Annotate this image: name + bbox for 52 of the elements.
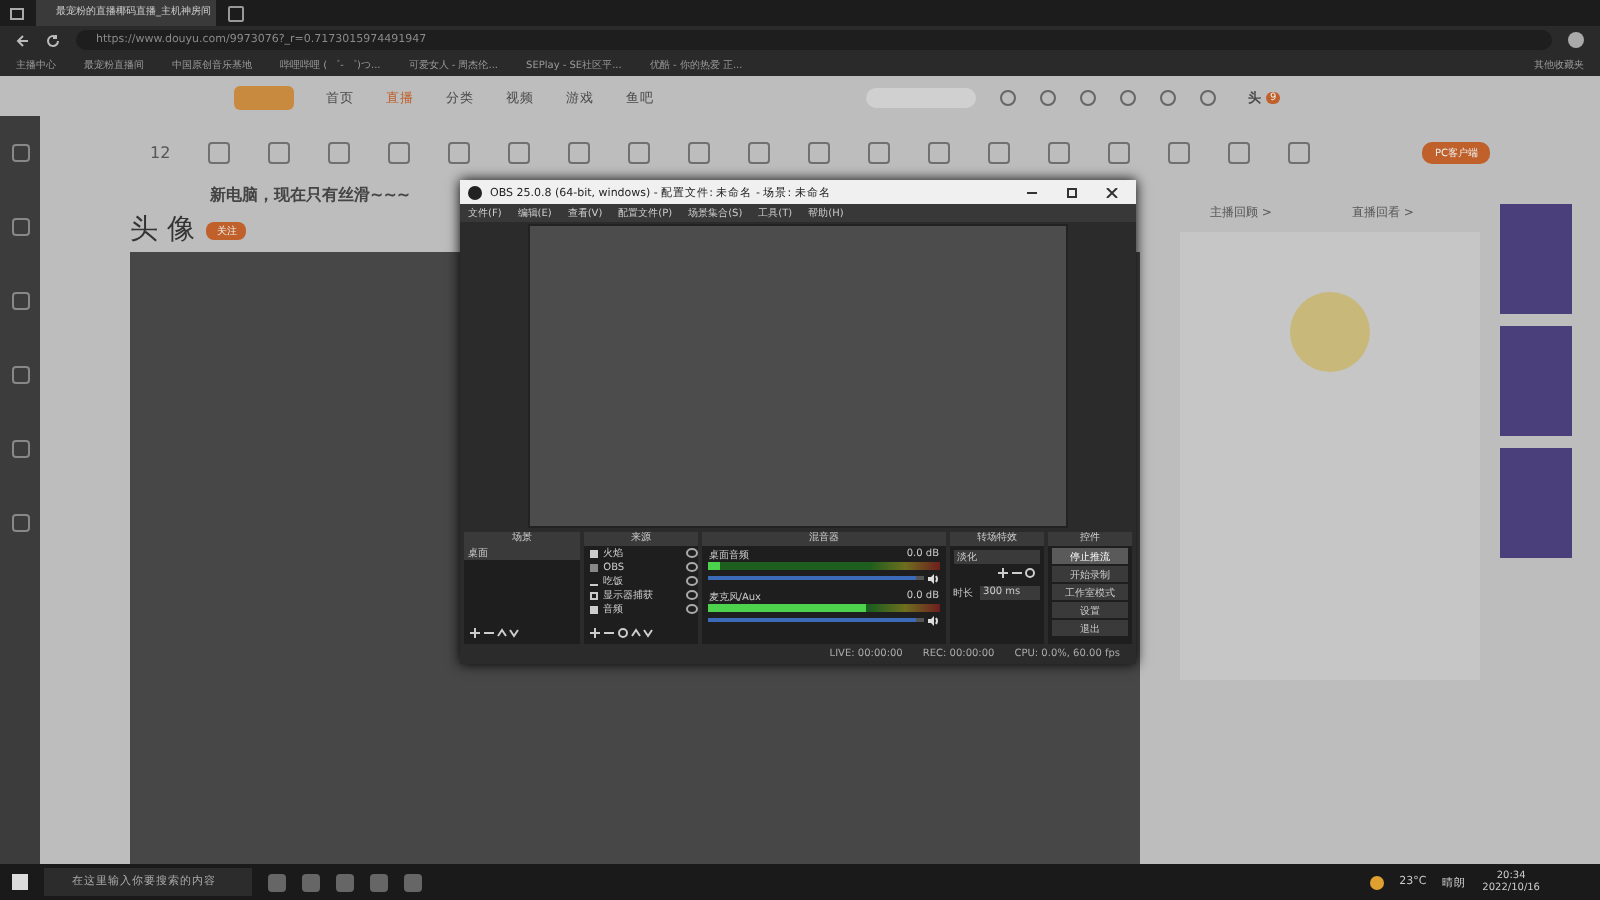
image-icon xyxy=(589,549,598,557)
toolbar-icon[interactable] xyxy=(1228,141,1251,163)
new-tab-icon[interactable] xyxy=(228,5,244,21)
window-source-icon xyxy=(589,563,598,571)
toolbar-icon[interactable] xyxy=(1108,141,1131,163)
toolbar-icon[interactable] xyxy=(508,141,531,163)
header-icon[interactable] xyxy=(1040,90,1056,106)
weather-icon xyxy=(1369,875,1384,889)
toolbar-icon[interactable] xyxy=(1048,141,1071,163)
add-remove-move-icon[interactable] xyxy=(470,628,522,638)
follow-count: 12 xyxy=(150,143,171,161)
back-icon[interactable] xyxy=(16,33,30,47)
header-icon[interactable] xyxy=(1120,90,1136,106)
sidebar-icon[interactable] xyxy=(11,440,29,458)
tab-actions-icon[interactable] xyxy=(10,7,24,19)
toolbar-icon[interactable] xyxy=(208,141,231,163)
mascot-drawing xyxy=(1290,292,1370,372)
toolbar-icon[interactable] xyxy=(328,141,351,163)
start-icon[interactable] xyxy=(12,874,28,890)
sidebar-icon[interactable] xyxy=(11,218,29,236)
header-icon[interactable] xyxy=(1080,90,1096,106)
reload-icon[interactable] xyxy=(46,33,60,47)
add-remove-gear-move-icon[interactable] xyxy=(589,628,656,638)
stream-title: 新电脑，现在只有丝滑~~~ xyxy=(208,184,411,208)
profile-avatar[interactable] xyxy=(1568,32,1584,48)
speaker-icon[interactable] xyxy=(927,573,940,583)
header-icon[interactable] xyxy=(1200,90,1216,106)
toolbar-icon[interactable] xyxy=(868,141,891,163)
add-remove-gear-icon[interactable] xyxy=(998,568,1037,578)
toolbar-icon[interactable] xyxy=(808,141,831,163)
speaker-icon[interactable] xyxy=(927,615,940,625)
toolbar-icon[interactable] xyxy=(988,141,1011,163)
header-icon[interactable] xyxy=(1000,90,1016,106)
image-icon xyxy=(589,605,598,613)
toolbar-icon[interactable] xyxy=(388,141,411,163)
header-icon[interactable] xyxy=(1160,90,1176,106)
toolbar-icon[interactable] xyxy=(748,141,771,163)
toolbar-icon[interactable] xyxy=(1288,141,1311,163)
toolbar-icon[interactable] xyxy=(448,141,471,163)
toolbar-icon[interactable] xyxy=(688,141,711,163)
sidebar-icon[interactable] xyxy=(11,144,29,162)
sidebar-icon[interactable] xyxy=(11,366,29,384)
obs-logo-icon xyxy=(468,185,482,199)
streamer-name: 头 像 xyxy=(130,212,195,248)
toolbar-icon[interactable] xyxy=(268,141,291,163)
sidebar-icon[interactable] xyxy=(11,514,29,532)
toolbar-icon[interactable] xyxy=(568,141,591,163)
sidebar-icon[interactable] xyxy=(11,292,29,310)
monitor-icon xyxy=(589,591,598,599)
toolbar-icon[interactable] xyxy=(1168,141,1191,163)
toolbar-icon[interactable] xyxy=(928,141,951,163)
toolbar-icon[interactable] xyxy=(628,141,651,163)
